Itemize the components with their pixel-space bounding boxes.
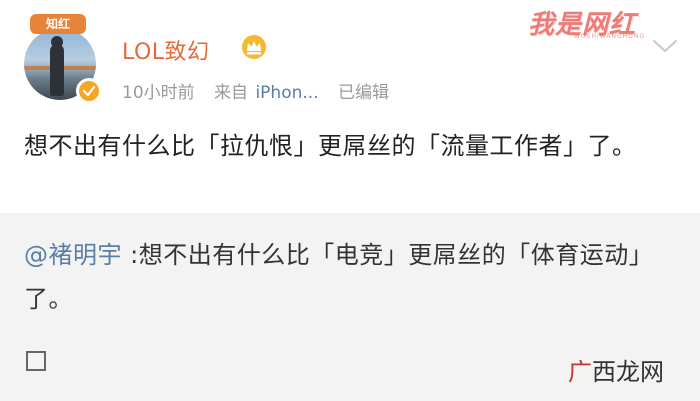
avatar-tag: 知红 xyxy=(30,14,86,34)
retweet-content: @褚明宇 :想不出有什么比「电竞」更屌丝的「体育运动」了。 xyxy=(24,233,674,321)
source-device-link[interactable]: iPhon... xyxy=(255,83,318,103)
avatar[interactable]: 知红 xyxy=(24,14,102,104)
member-crown-icon[interactable] xyxy=(240,33,268,61)
verified-badge-icon xyxy=(76,78,102,104)
mention-link[interactable]: @褚明宇 xyxy=(24,241,122,269)
brand-watermark-sub: WOSHIWANGHONG xyxy=(574,33,645,40)
checkbox-icon[interactable] xyxy=(26,351,46,371)
source-label: 来自 xyxy=(214,83,249,103)
chevron-down-icon[interactable] xyxy=(650,36,680,56)
post-time: 10小时前 xyxy=(122,83,195,103)
post-meta: 10小时前 来自 iPhon... 已编辑 xyxy=(122,78,389,103)
post-text: 想不出有什么比「拉仇恨」更屌丝的「流量工作者」了。 xyxy=(24,132,637,160)
site-watermark: 广西龙网 xyxy=(568,352,664,387)
site-watermark-first: 广 xyxy=(568,358,592,386)
site-watermark-rest: 西龙网 xyxy=(592,358,664,386)
username[interactable]: LOL致幻 xyxy=(122,34,210,66)
weibo-post: 知红 LOL致幻 10小时前 来自 iPhon... 已编辑 我是网红 WOSH… xyxy=(0,0,700,213)
edited-label: 已编辑 xyxy=(338,83,389,103)
